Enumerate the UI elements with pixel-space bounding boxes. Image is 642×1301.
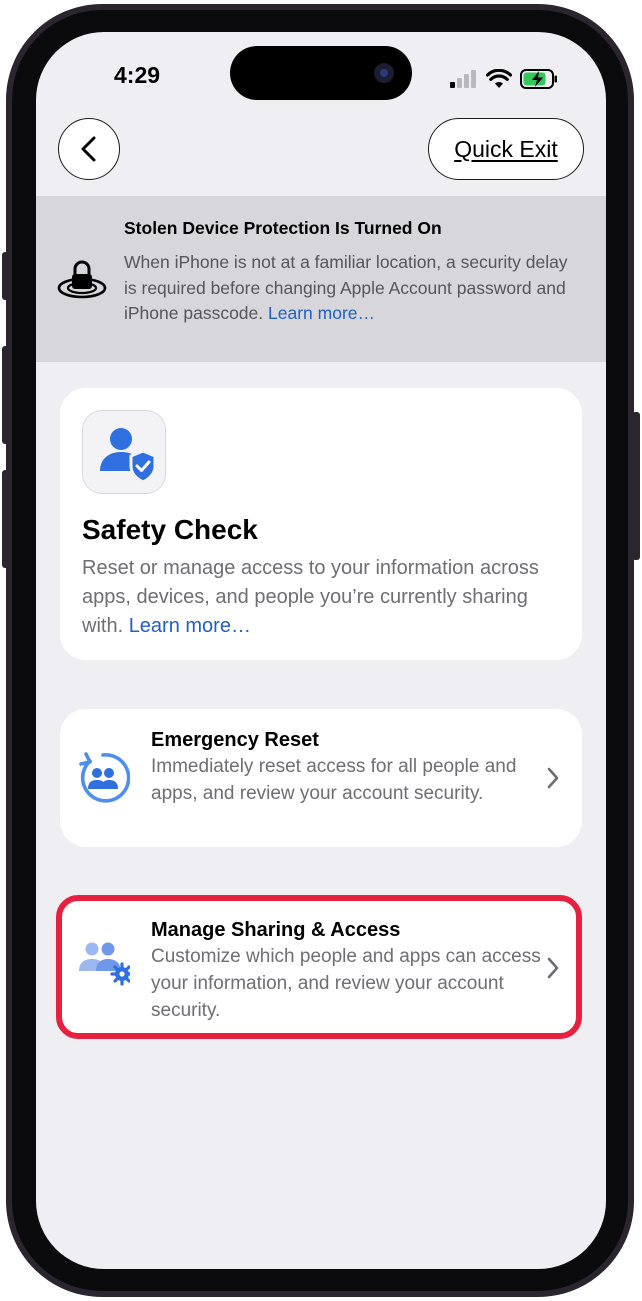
volume-up-button (2, 346, 10, 444)
safety-check-description: Reset or manage access to your informati… (82, 554, 552, 641)
dynamic-island (230, 46, 412, 100)
volume-down-button (2, 470, 10, 568)
emergency-reset-title: Emergency Reset (151, 729, 319, 751)
power-button (632, 412, 640, 560)
emergency-reset-icon (79, 752, 130, 803)
banner-title: Stolen Device Protection Is Turned On (124, 218, 442, 238)
lock-icon (57, 260, 107, 299)
wifi-icon (486, 69, 512, 88)
stolen-device-protection-banner: Stolen Device Protection Is Turned On Wh… (36, 196, 606, 362)
front-camera-icon (374, 63, 394, 83)
quick-exit-button[interactable]: Quick Exit (428, 118, 584, 180)
emergency-reset-row[interactable]: Emergency Reset Immediately reset access… (60, 709, 582, 847)
status-time: 4:29 (114, 62, 161, 88)
status-bar: 4:29 (36, 32, 606, 122)
banner-description: When iPhone is not at a familiar locatio… (124, 250, 584, 327)
status-icons (450, 68, 558, 90)
cellular-signal-icon (450, 70, 476, 88)
safety-check-learn-more-link[interactable]: Learn more… (129, 615, 251, 637)
chevron-right-icon (547, 767, 559, 789)
person-shield-icon (82, 410, 166, 494)
banner-learn-more-link[interactable]: Learn more… (268, 303, 375, 323)
navigation-bar: Quick Exit (36, 118, 606, 188)
back-button[interactable] (58, 118, 120, 180)
safety-check-card: Safety Check Reset or manage access to y… (60, 388, 582, 660)
highlight-box (56, 895, 582, 1039)
action-button (2, 252, 10, 300)
safety-check-title: Safety Check (82, 514, 258, 545)
screen: 4:29 Quick Exit Stolen Device Protection… (36, 32, 606, 1269)
battery-charging-icon (520, 69, 557, 89)
emergency-reset-description: Immediately reset access for all people … (151, 756, 517, 804)
chevron-left-icon (81, 136, 96, 162)
